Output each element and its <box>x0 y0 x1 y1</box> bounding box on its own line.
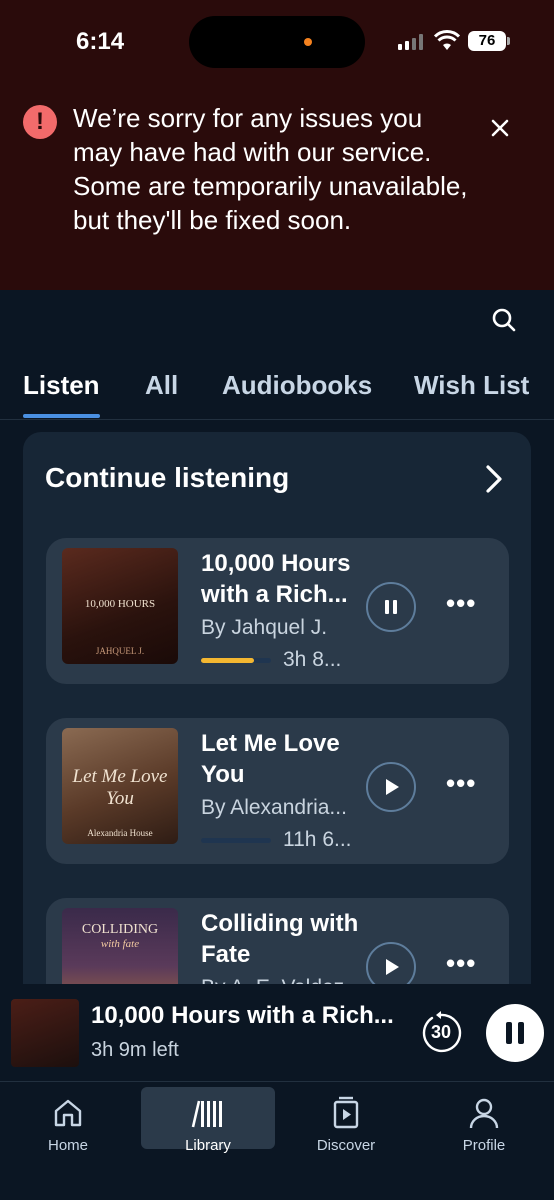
tab-wish-list[interactable]: Wish List <box>414 370 529 401</box>
status-time: 6:14 <box>76 28 125 55</box>
cover-author: with fate <box>100 938 140 950</box>
list-item[interactable]: 10,000 HOURS JAHQUEL J. 10,000 Hours wit… <box>46 538 509 684</box>
nav-library[interactable]: Library <box>141 1087 275 1154</box>
nav-label-profile: Profile <box>462 1137 506 1154</box>
mini-player[interactable]: 10,000 Hours with a Rich... 3h 9m left 3… <box>0 984 554 1082</box>
nav-label-library: Library <box>185 1137 231 1154</box>
battery-nub <box>507 37 510 45</box>
library-tabs: Listen All Audiobooks Wish List <box>0 362 554 420</box>
search-button[interactable] <box>488 304 520 336</box>
list-item[interactable]: Let Me Love You Alexandria House Let Me … <box>46 718 509 864</box>
see-all-button[interactable] <box>481 462 507 496</box>
mini-player-title: 10,000 Hours with a Rich... <box>91 1002 394 1029</box>
more-options-button[interactable]: ••• <box>446 590 476 623</box>
more-icon: ••• <box>446 588 477 618</box>
nav-label-discover: Discover <box>316 1137 376 1154</box>
wifi-icon <box>434 30 460 50</box>
nav-profile[interactable]: Profile <box>419 1087 549 1154</box>
close-alert-button[interactable] <box>486 114 514 142</box>
progress-bar <box>201 658 271 663</box>
mini-player-time-left: 3h 9m left <box>91 1039 179 1061</box>
nav-label-home: Home <box>47 1137 88 1154</box>
home-icon <box>54 1099 82 1127</box>
book-cover: 10,000 HOURS JAHQUEL J. <box>62 548 178 664</box>
status-bar: 6:14 76 <box>0 0 554 88</box>
nav-discover[interactable]: Discover <box>281 1087 411 1154</box>
book-author: By Jahquel J. <box>201 616 328 639</box>
time-left: 3h 8... <box>283 648 342 671</box>
cover-author: JAHQUEL J. <box>95 646 145 656</box>
library-icon <box>191 1100 222 1128</box>
mini-pause-button[interactable] <box>486 1004 544 1062</box>
more-icon: ••• <box>446 948 477 978</box>
nav-home[interactable]: Home <box>3 1087 133 1154</box>
active-tab-indicator <box>23 414 100 418</box>
dynamic-island <box>189 16 365 68</box>
book-title: Let Me Love You <box>201 730 340 788</box>
book-author: By Alexandria... <box>201 796 347 819</box>
bottom-navigation: Home Library Discover Profile <box>0 1083 554 1200</box>
mini-player-cover <box>11 999 79 1067</box>
battery-indicator: 76 <box>468 31 506 51</box>
more-icon: ••• <box>446 768 477 798</box>
book-title: Colliding with Fate <box>201 910 359 968</box>
cover-author: Alexandria House <box>87 828 153 838</box>
profile-icon <box>469 1098 499 1129</box>
alert-icon: ! <box>23 105 57 139</box>
cover-title: Let Me Love You <box>72 766 168 809</box>
signal-icon <box>398 34 426 50</box>
pause-button[interactable] <box>366 582 416 632</box>
cover-title: 10,000 HOURS <box>84 598 156 610</box>
search-icon <box>492 308 516 332</box>
book-cover: Let Me Love You Alexandria House <box>62 728 178 844</box>
more-options-button[interactable]: ••• <box>446 950 476 983</box>
tab-audiobooks[interactable]: Audiobooks <box>222 370 372 401</box>
section-title: Continue listening <box>45 462 290 493</box>
alert-message: We’re sorry for any issues you may have … <box>73 103 468 235</box>
progress-fill <box>201 658 254 663</box>
close-icon <box>491 119 509 137</box>
tab-listen[interactable]: Listen <box>23 370 100 401</box>
pause-icon <box>385 600 397 614</box>
more-options-button[interactable]: ••• <box>446 770 476 803</box>
book-title: 10,000 Hours with a Rich... <box>201 550 351 608</box>
play-icon <box>386 779 399 795</box>
discover-icon <box>333 1096 359 1129</box>
tab-all[interactable]: All <box>145 370 178 401</box>
pause-icon <box>506 1022 524 1044</box>
recording-indicator <box>304 38 312 46</box>
time-left: 11h 6... <box>283 828 352 851</box>
continue-listening-card: Continue listening 10,000 HOURS JAHQUEL … <box>23 432 531 1022</box>
chevron-right-icon <box>486 465 502 493</box>
progress-bar <box>201 838 271 843</box>
play-button[interactable] <box>366 762 416 812</box>
skip-back-seconds: 30 <box>430 1022 452 1042</box>
cover-title: COLLIDING <box>81 922 159 937</box>
